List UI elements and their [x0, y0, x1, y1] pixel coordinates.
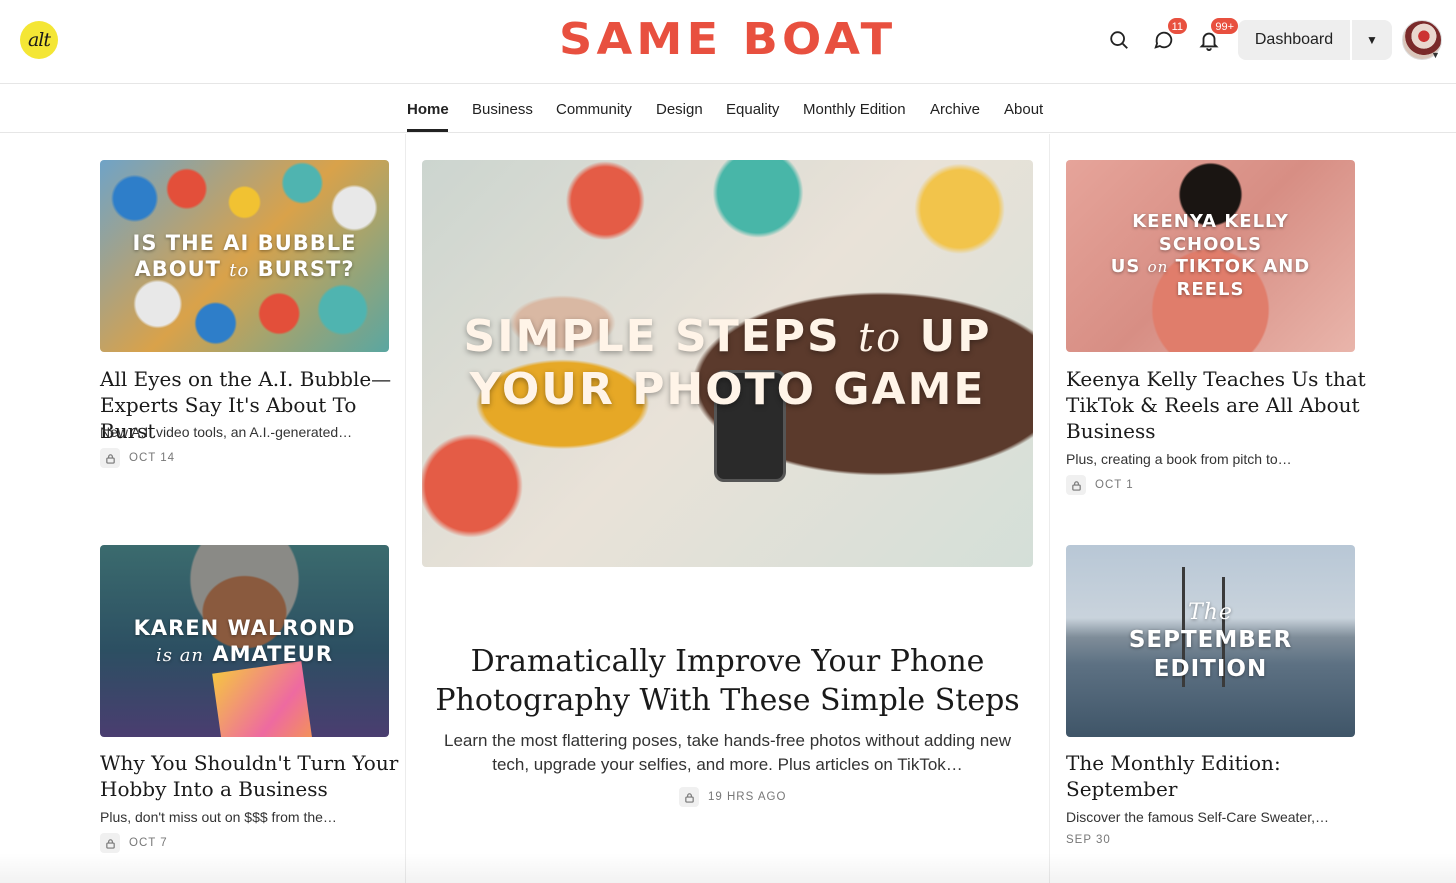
messages-count-badge: 11 — [1166, 17, 1188, 35]
notifications-button[interactable]: 99+ — [1195, 17, 1239, 54]
post-thumbnail-karen-walrond[interactable]: KAREN WALROND is an AMATEUR — [100, 545, 389, 737]
nav-item-about[interactable]: About — [1004, 101, 1043, 118]
thumbnail-headline: The SEPTEMBER EDITION — [1128, 599, 1293, 682]
post-subtitle: Plus, creating a book from pitch to… — [1066, 451, 1292, 467]
featured-post-image[interactable]: SIMPLE STEPS to UP YOUR PHOTO GAME — [422, 160, 1033, 567]
featured-image-headline: SIMPLE STEPS to UP YOUR PHOTO GAME — [463, 311, 992, 415]
thumbnail-headline: KAREN WALROND is an AMATEUR — [133, 615, 356, 666]
lock-icon — [1066, 475, 1086, 495]
post-meta: SEP 30 — [1066, 834, 1111, 846]
featured-post-title[interactable]: Dramatically Improve Your Phone Photogra… — [422, 642, 1033, 720]
post-subtitle: New A.I. video tools, an A.I.-generated… — [100, 424, 353, 440]
thumbnail-headline: IS THE AI BUBBLE ABOUT to BURST? — [132, 230, 357, 281]
scroll-shadow — [0, 853, 1456, 883]
post-thumbnail-september-edition[interactable]: The SEPTEMBER EDITION — [1066, 545, 1355, 737]
notifications-count-badge: 99+ — [1210, 17, 1239, 35]
column-divider — [405, 134, 406, 883]
search-button[interactable] — [1105, 26, 1133, 54]
post-title[interactable]: Keenya Kelly Teaches Us that TikTok & Re… — [1066, 366, 1366, 444]
nav-item-community[interactable]: Community — [556, 101, 632, 118]
lock-icon — [100, 833, 120, 853]
book-cover-image — [212, 661, 314, 737]
post-date: OCT 7 — [129, 837, 168, 849]
avatar-caret-icon: ▼ — [1431, 50, 1440, 60]
column-divider — [1049, 134, 1050, 883]
site-header: alt SAME BOAT 11 99+ Dashboard ▼ ▼ — [0, 0, 1456, 84]
dashboard-button[interactable]: Dashboard — [1238, 20, 1350, 60]
post-thumbnail-keenya-kelly[interactable]: KEENYA KELLY SCHOOLS US on TIKTOK AND RE… — [1066, 160, 1355, 352]
post-thumbnail-ai-bubble[interactable]: IS THE AI BUBBLE ABOUT to BURST? — [100, 160, 389, 352]
post-meta: OCT 1 — [1066, 475, 1134, 495]
post-title[interactable]: Why You Shouldn't Turn Your Hobby Into a… — [100, 750, 400, 802]
featured-post-meta: 19 HRS AGO — [679, 787, 786, 807]
caret-down-icon: ▼ — [1366, 33, 1378, 47]
nav-item-monthly-edition[interactable]: Monthly Edition — [803, 101, 906, 118]
thumbnail-headline: KEENYA KELLY SCHOOLS US on TIKTOK AND RE… — [1110, 211, 1311, 300]
dashboard-menu-button[interactable]: ▼ — [1352, 20, 1392, 60]
post-subtitle: Discover the famous Self-Care Sweater,… — [1066, 809, 1329, 825]
lock-icon — [100, 448, 120, 468]
post-subtitle: Plus, don't miss out on $$$ from the… — [100, 809, 337, 825]
nav-active-indicator — [407, 129, 448, 132]
nav-item-design[interactable]: Design — [656, 101, 703, 118]
nav-item-business[interactable]: Business — [472, 101, 533, 118]
post-date: OCT 1 — [1095, 479, 1134, 491]
search-icon — [1110, 31, 1128, 49]
messages-button[interactable]: 11 — [1150, 17, 1188, 54]
nav-item-home[interactable]: Home — [407, 101, 449, 118]
section-nav: Home Business Community Design Equality … — [0, 85, 1456, 133]
nav-item-equality[interactable]: Equality — [726, 101, 779, 118]
post-date: 19 HRS AGO — [708, 791, 787, 803]
post-meta: OCT 7 — [100, 833, 168, 853]
post-meta: OCT 14 — [100, 448, 175, 468]
featured-post-subtitle: Learn the most flattering poses, take ha… — [443, 731, 1012, 774]
lock-icon — [679, 787, 699, 807]
post-date: SEP 30 — [1066, 834, 1111, 846]
post-date: OCT 14 — [129, 452, 176, 464]
post-title[interactable]: The Monthly Edition: September — [1066, 750, 1366, 802]
nav-item-archive[interactable]: Archive — [930, 101, 980, 118]
